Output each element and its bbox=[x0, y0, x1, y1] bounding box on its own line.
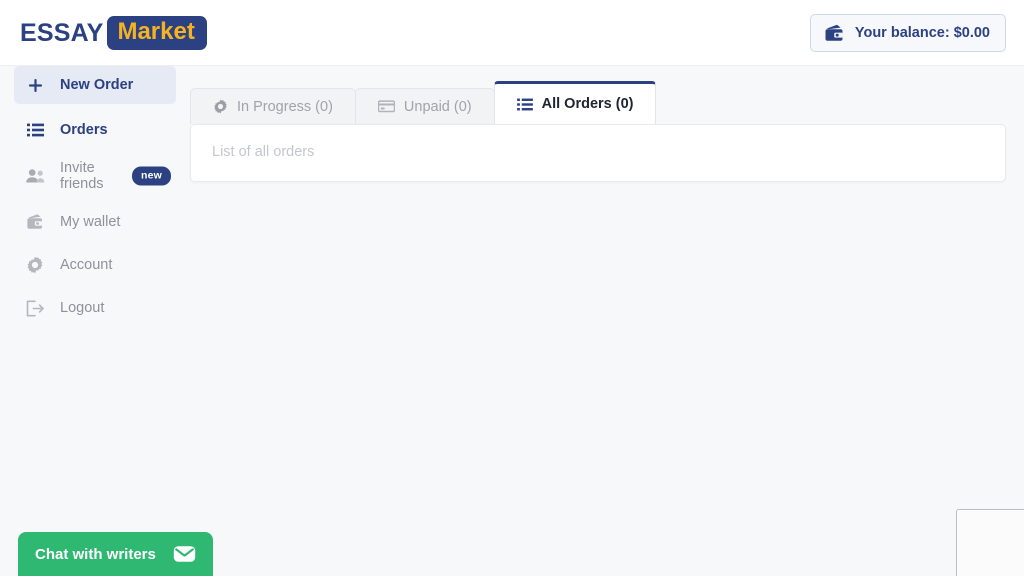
chat-widget-frame[interactable] bbox=[956, 509, 1024, 576]
sidebar-item-my-wallet[interactable]: My wallet bbox=[14, 203, 176, 241]
tab-label: In Progress (0) bbox=[237, 98, 333, 115]
list-icon bbox=[516, 98, 533, 111]
tab-unpaid[interactable]: Unpaid (0) bbox=[354, 88, 495, 124]
sidebar-item-new-order[interactable]: New Order bbox=[14, 66, 176, 104]
gear-icon bbox=[23, 255, 47, 275]
tab-all-orders[interactable]: All Orders (0) bbox=[493, 81, 657, 124]
logo-primary-text: ESSAY bbox=[20, 18, 104, 47]
sidebar-item-label: Logout bbox=[60, 299, 105, 316]
app-header: ESSAY Market Your balance: $0.00 bbox=[0, 0, 1024, 66]
tab-label: All Orders (0) bbox=[541, 96, 634, 112]
sidebar-item-label: Account bbox=[60, 256, 113, 273]
sidebar-item-logout[interactable]: Logout bbox=[14, 289, 176, 327]
logo-secondary-text: Market bbox=[117, 18, 195, 45]
logo-badge: Market bbox=[107, 16, 207, 50]
balance-button[interactable]: Your balance: $0.00 bbox=[809, 14, 1006, 52]
sidebar-item-account[interactable]: Account bbox=[14, 246, 176, 284]
sidebar-item-label: Invite friends bbox=[60, 159, 104, 192]
card-icon bbox=[377, 100, 395, 113]
tab-in-progress[interactable]: In Progress (0) bbox=[190, 88, 356, 124]
sidebar: New Order Orders Invite friends new My w… bbox=[0, 66, 190, 576]
people-icon bbox=[23, 166, 47, 186]
order-tabs: In Progress (0) Unpaid (0) All Orders (0… bbox=[190, 81, 657, 124]
wallet-icon bbox=[23, 212, 47, 232]
sidebar-item-orders[interactable]: Orders bbox=[14, 111, 176, 149]
tab-label: Unpaid (0) bbox=[403, 98, 472, 115]
plus-icon bbox=[23, 75, 47, 95]
main-content: In Progress (0) Unpaid (0) All Orders (0… bbox=[190, 66, 1024, 576]
list-icon bbox=[23, 120, 47, 140]
balance-label: Your balance: $0.00 bbox=[854, 25, 990, 41]
envelope-icon bbox=[173, 545, 196, 563]
sidebar-item-label: My wallet bbox=[60, 213, 121, 230]
sidebar-item-label: New Order bbox=[60, 76, 134, 93]
sidebar-item-label: Orders bbox=[60, 121, 108, 138]
logout-icon bbox=[23, 298, 47, 318]
page-root: ESSAY Market Your balance: $0.00 New Ord… bbox=[0, 0, 1024, 576]
chat-with-writers-button[interactable]: Chat with writers bbox=[18, 532, 213, 576]
orders-panel: List of all orders bbox=[190, 124, 1006, 182]
logo[interactable]: ESSAY Market bbox=[20, 16, 207, 50]
chat-button-label: Chat with writers bbox=[35, 545, 156, 563]
gear-icon bbox=[213, 99, 228, 114]
status-badge: new bbox=[132, 166, 172, 186]
sidebar-item-invite-friends[interactable]: Invite friends new bbox=[14, 154, 176, 198]
wallet-icon bbox=[824, 23, 846, 43]
orders-empty-text: List of all orders bbox=[212, 144, 315, 160]
